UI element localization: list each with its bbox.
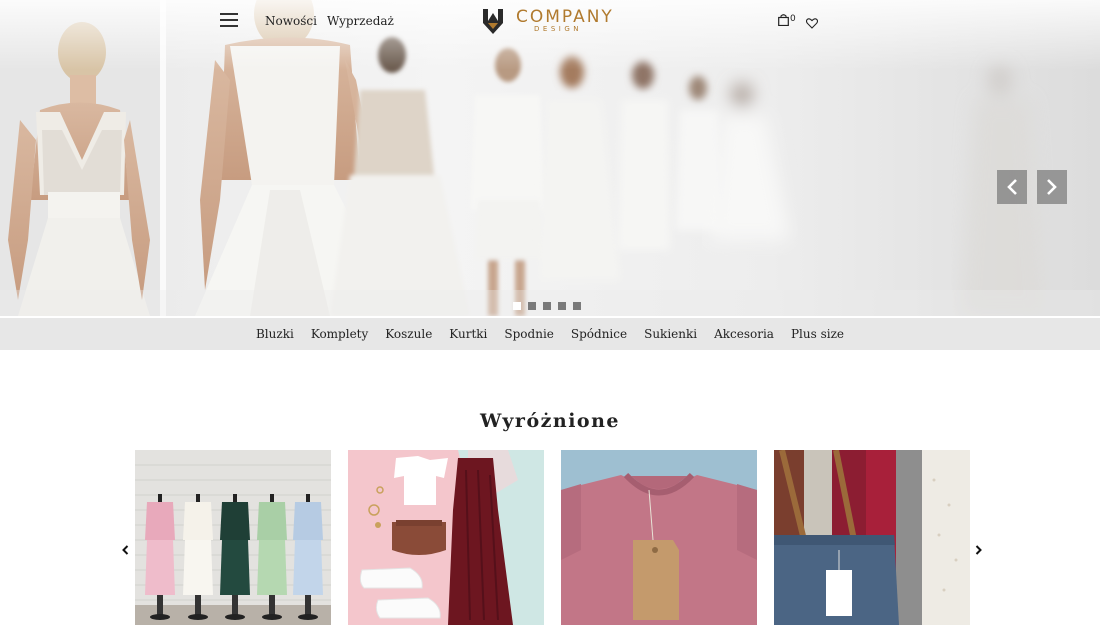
hero-dot-1[interactable] — [513, 302, 521, 310]
hero-dot-2[interactable] — [528, 302, 536, 310]
featured-product-4[interactable] — [774, 450, 970, 625]
cart-button[interactable]: 0 — [778, 14, 798, 28]
logo-subtext: DESIGN — [534, 25, 582, 33]
category-link-6[interactable]: Spódnice — [571, 327, 627, 341]
hero-dot-3[interactable] — [543, 302, 551, 310]
chevron-right-icon — [1047, 179, 1057, 195]
category-link-5[interactable]: Spodnie — [504, 327, 553, 341]
chevron-left-icon — [1007, 179, 1017, 195]
featured-product-2[interactable] — [348, 450, 544, 625]
category-link-7[interactable]: Sukienki — [644, 327, 697, 341]
category-nav: Bluzki Komplety Koszule Kurtki Spodnie Spódni… — [0, 318, 1100, 350]
featured-prev-button[interactable] — [120, 543, 130, 557]
category-link-4[interactable]: Kurtki — [449, 327, 487, 341]
nav-link-new[interactable]: Nowości — [265, 14, 317, 28]
featured-next-button[interactable] — [973, 543, 983, 557]
product-image — [348, 450, 544, 625]
featured-product-3[interactable] — [561, 450, 757, 625]
hero-prev-button[interactable] — [997, 170, 1027, 204]
hero-next-button[interactable] — [1037, 170, 1067, 204]
shopping-bag-icon — [778, 14, 789, 26]
featured-product-1[interactable] — [135, 450, 331, 625]
cart-count: 0 — [790, 14, 796, 24]
product-image — [561, 450, 757, 625]
logo-mark-icon — [483, 9, 503, 34]
nav-link-sale[interactable]: Wyprzedaż — [327, 14, 394, 28]
wishlist-button[interactable] — [805, 14, 819, 29]
product-image — [774, 450, 970, 625]
category-link-2[interactable]: Komplety — [311, 327, 368, 341]
category-link-3[interactable]: Koszule — [385, 327, 432, 341]
hero-slider: Nowości Wyprzedaż COMPANY DESIGN 0 — [0, 0, 1100, 316]
featured-title: Wyróżnione — [479, 410, 621, 432]
chevron-left-icon — [121, 545, 128, 555]
hero-dot-4[interactable] — [558, 302, 566, 310]
category-link-8[interactable]: Akcesoria — [714, 327, 774, 341]
site-header: Nowości Wyprzedaż COMPANY DESIGN 0 — [0, 0, 1100, 44]
product-image — [135, 450, 331, 625]
hero-pagination — [513, 302, 581, 310]
company-logo[interactable]: COMPANY DESIGN — [482, 6, 632, 36]
category-link-1[interactable]: Bluzki — [256, 327, 294, 341]
hero-dot-5[interactable] — [573, 302, 581, 310]
category-link-9[interactable]: Plus size — [791, 327, 844, 341]
heart-icon — [805, 18, 819, 29]
hamburger-icon[interactable] — [220, 13, 238, 27]
logo-text: COMPANY — [516, 7, 614, 27]
chevron-right-icon — [975, 545, 982, 555]
